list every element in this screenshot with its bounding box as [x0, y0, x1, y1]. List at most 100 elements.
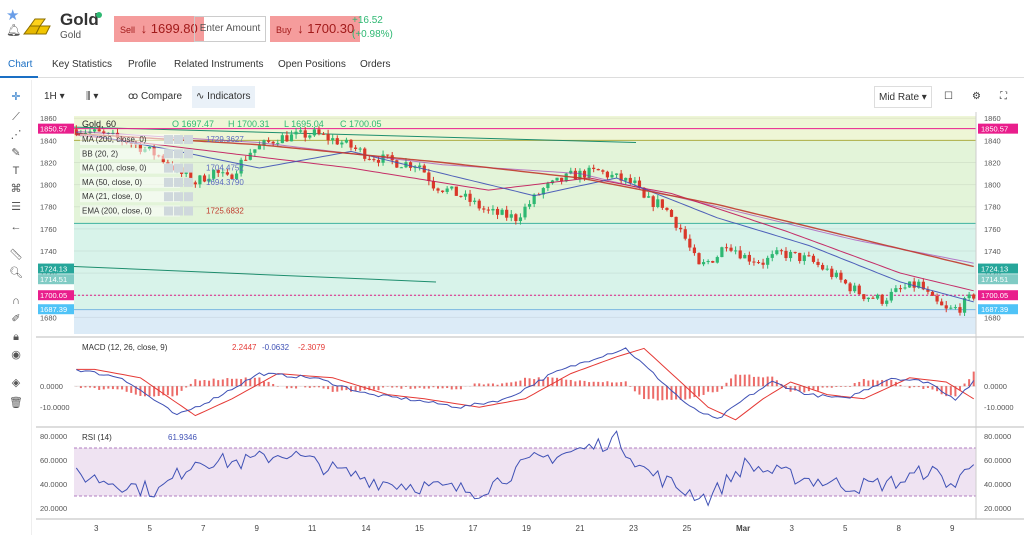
candle [272, 142, 275, 144]
study-control-button [164, 135, 173, 144]
rsi-y-tick-left: 40.0000 [40, 480, 67, 489]
macd-histogram-bar [657, 386, 659, 400]
eye-icon[interactable]: ◉ [9, 348, 23, 362]
price-badge-right-label: 1724.13 [981, 265, 1008, 274]
macd-histogram-bar [584, 381, 586, 386]
macd-histogram-bar [863, 379, 865, 386]
trash-icon[interactable]: 🗑︎ [9, 396, 23, 410]
screenshot-icon[interactable]: ☐ [940, 86, 957, 108]
study-control-button [174, 207, 183, 216]
fibonacci-icon[interactable]: ☰ [9, 200, 23, 214]
tab-profile[interactable]: Profile [128, 59, 156, 70]
gear-icon[interactable]: ⚙ [968, 86, 985, 108]
candle [597, 169, 600, 170]
candle [510, 214, 513, 217]
macd-histogram-bar [144, 386, 146, 396]
candle [285, 135, 288, 141]
macd-histogram-bar [638, 386, 640, 394]
tab-key-statistics[interactable]: Key Statistics [52, 59, 112, 70]
fullscreen-icon[interactable]: ⛶ [996, 86, 1011, 108]
candle [665, 208, 668, 210]
candle [826, 269, 829, 270]
macd-histogram-bar [226, 378, 228, 386]
macd-histogram-bar [799, 386, 801, 391]
macd-histogram-bar [510, 382, 512, 386]
price-chart-svg[interactable]: 1860186018401840182018201800180017801780… [36, 112, 1024, 535]
price-type-select[interactable]: Mid Rate ▾ [874, 86, 932, 108]
candle [377, 160, 380, 163]
study-control-button [164, 207, 173, 216]
candle [830, 269, 833, 277]
alert-bell-icon[interactable]: 🔔︎ [6, 23, 21, 37]
rsi-y-tick-left: 80.0000 [40, 432, 67, 441]
tab-open-positions[interactable]: Open Positions [278, 59, 346, 70]
candle [656, 199, 659, 207]
multi-line-icon[interactable]: ⋰ [9, 128, 23, 142]
study-legend-name: MA (200, close, 0) [82, 135, 147, 144]
candle [610, 175, 613, 178]
chart-type-select[interactable]: ⫼ ▾ [82, 86, 102, 108]
candle [427, 172, 430, 180]
macd-histogram-bar [643, 386, 645, 399]
candle [803, 255, 806, 261]
text-tool-icon[interactable]: T [9, 164, 23, 178]
instrument-subtitle: Gold [60, 30, 81, 41]
candle [258, 145, 261, 149]
macd-y-tick-left: -10.0000 [40, 403, 70, 412]
x-tick-label: 11 [308, 524, 317, 533]
favorite-star-icon[interactable]: ★ [6, 6, 19, 24]
layers-icon[interactable]: ◈ [9, 376, 23, 390]
macd-histogram-bar [332, 386, 334, 392]
macd-histogram-bar [222, 379, 224, 386]
candle [281, 135, 284, 143]
y-tick-label-right: 1760 [984, 225, 1001, 234]
tab-orders[interactable]: Orders [360, 59, 391, 70]
macd-histogram-bar [529, 378, 531, 386]
macd-histogram-bar [620, 382, 622, 386]
amount-input[interactable]: Enter Amount [194, 16, 266, 42]
buy-button[interactable]: Buy ↓ 1700.30 [270, 16, 360, 42]
macd-histogram-bar [570, 380, 572, 386]
pattern-icon[interactable]: ⌘ [9, 182, 23, 196]
trend-line-icon[interactable]: ⟋ [9, 110, 23, 124]
macd-histogram-bar [515, 382, 517, 387]
candle [624, 178, 627, 181]
price-badge-right-label: 1850.57 [981, 125, 1008, 134]
y-tick-label-right: 1820 [984, 158, 1001, 167]
macd-histogram-bar [208, 381, 210, 387]
candle [876, 295, 879, 299]
brush-icon[interactable]: ✎ [9, 146, 23, 160]
candle [954, 307, 957, 308]
y-tick-label-left: 1680 [40, 313, 57, 322]
crosshair-icon[interactable]: ✛ [9, 90, 23, 104]
price-badge-right-label: 1700.05 [981, 291, 1008, 300]
candle [761, 263, 764, 265]
sell-button[interactable]: Sell ↓ 1699.80 [114, 16, 204, 42]
zoom-icon[interactable]: 🔍︎ [9, 266, 23, 280]
compare-button[interactable]: ꝏ Compare [124, 86, 186, 108]
candle [368, 159, 371, 160]
candle [345, 140, 348, 143]
interval-select[interactable]: 1H ▾ [40, 86, 69, 108]
macd-histogram-bar [519, 381, 521, 387]
macd-histogram-bar [176, 386, 178, 395]
lock-icon[interactable]: 🔒︎ [9, 330, 23, 344]
candle [473, 201, 476, 202]
magnet-icon[interactable]: ∩ [9, 294, 23, 308]
chart-area[interactable]: 1860186018401840182018201800180017801780… [36, 112, 1024, 535]
candle [693, 248, 696, 254]
macd-histogram-bar [716, 386, 718, 392]
candle [674, 217, 677, 228]
candle [894, 288, 897, 292]
back-arrow-icon[interactable]: ← [9, 220, 23, 234]
change-percent: (+0.98%) [352, 28, 393, 42]
tab-chart[interactable]: Chart [8, 59, 32, 70]
macd-histogram-bar [538, 377, 540, 386]
lock-drawing-icon[interactable]: ✐ [9, 312, 23, 326]
indicators-button[interactable]: ∿ Indicators [192, 86, 255, 108]
candle [958, 307, 961, 313]
ruler-icon[interactable]: 📏︎ [9, 248, 23, 262]
candle [519, 217, 522, 221]
macd-histogram-bar [867, 381, 869, 387]
tab-related-instruments[interactable]: Related Instruments [174, 59, 264, 70]
